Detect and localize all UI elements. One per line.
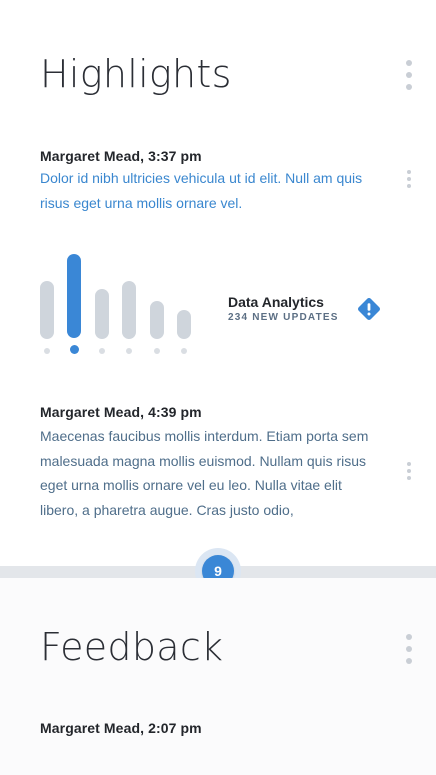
- highlights-more-icon[interactable]: [403, 60, 415, 90]
- post-more-icon[interactable]: [403, 462, 415, 480]
- post-author: Margaret Mead, 3:37 pm: [40, 148, 202, 164]
- chart-bar-column[interactable]: [177, 254, 191, 354]
- chart-bar: [177, 310, 191, 339]
- chart-bar-column[interactable]: [150, 254, 164, 354]
- highlights-title: Highlights: [40, 52, 232, 96]
- chart-bar-indicator-dot: [154, 348, 160, 354]
- feedback-more-icon[interactable]: [403, 634, 415, 664]
- chart-bar: [67, 254, 81, 338]
- chart-bar-column[interactable]: [122, 254, 136, 354]
- analytics-bar-chart: [40, 254, 196, 354]
- chart-bar-column[interactable]: [40, 254, 54, 354]
- chart-bar-indicator-dot: [99, 348, 105, 354]
- chart-bar: [95, 289, 109, 339]
- chart-bar-column[interactable]: [95, 254, 109, 354]
- feedback-title: Feedback: [40, 625, 224, 669]
- post-author: Margaret Mead, 2:07 pm: [40, 720, 202, 736]
- chart-bar-indicator-dot: [181, 348, 187, 354]
- chart-bar-column[interactable]: [67, 254, 81, 354]
- post-text[interactable]: Maecenas faucibus mollis interdum. Etiam…: [40, 424, 380, 522]
- analytics-updates-count: 234 NEW UPDATES: [228, 312, 339, 323]
- alert-diamond-icon[interactable]: [356, 296, 382, 322]
- highlights-card: Highlights Margaret Mead, 3:37 pm Dolor …: [0, 0, 436, 567]
- analytics-title: Data Analytics: [228, 294, 324, 310]
- chart-bar-indicator-dot: [44, 348, 50, 354]
- feedback-card: Feedback Margaret Mead, 2:07 pm: [0, 578, 436, 775]
- post-author: Margaret Mead, 4:39 pm: [40, 404, 202, 420]
- chart-bar: [40, 281, 54, 339]
- chart-bar-indicator-dot: [69, 345, 79, 354]
- post-text[interactable]: Dolor id nibh ultricies vehicula ut id e…: [40, 166, 380, 215]
- chart-bar: [150, 301, 164, 339]
- post-more-icon[interactable]: [403, 170, 415, 188]
- chart-bar: [122, 281, 136, 339]
- chart-bar-indicator-dot: [126, 348, 132, 354]
